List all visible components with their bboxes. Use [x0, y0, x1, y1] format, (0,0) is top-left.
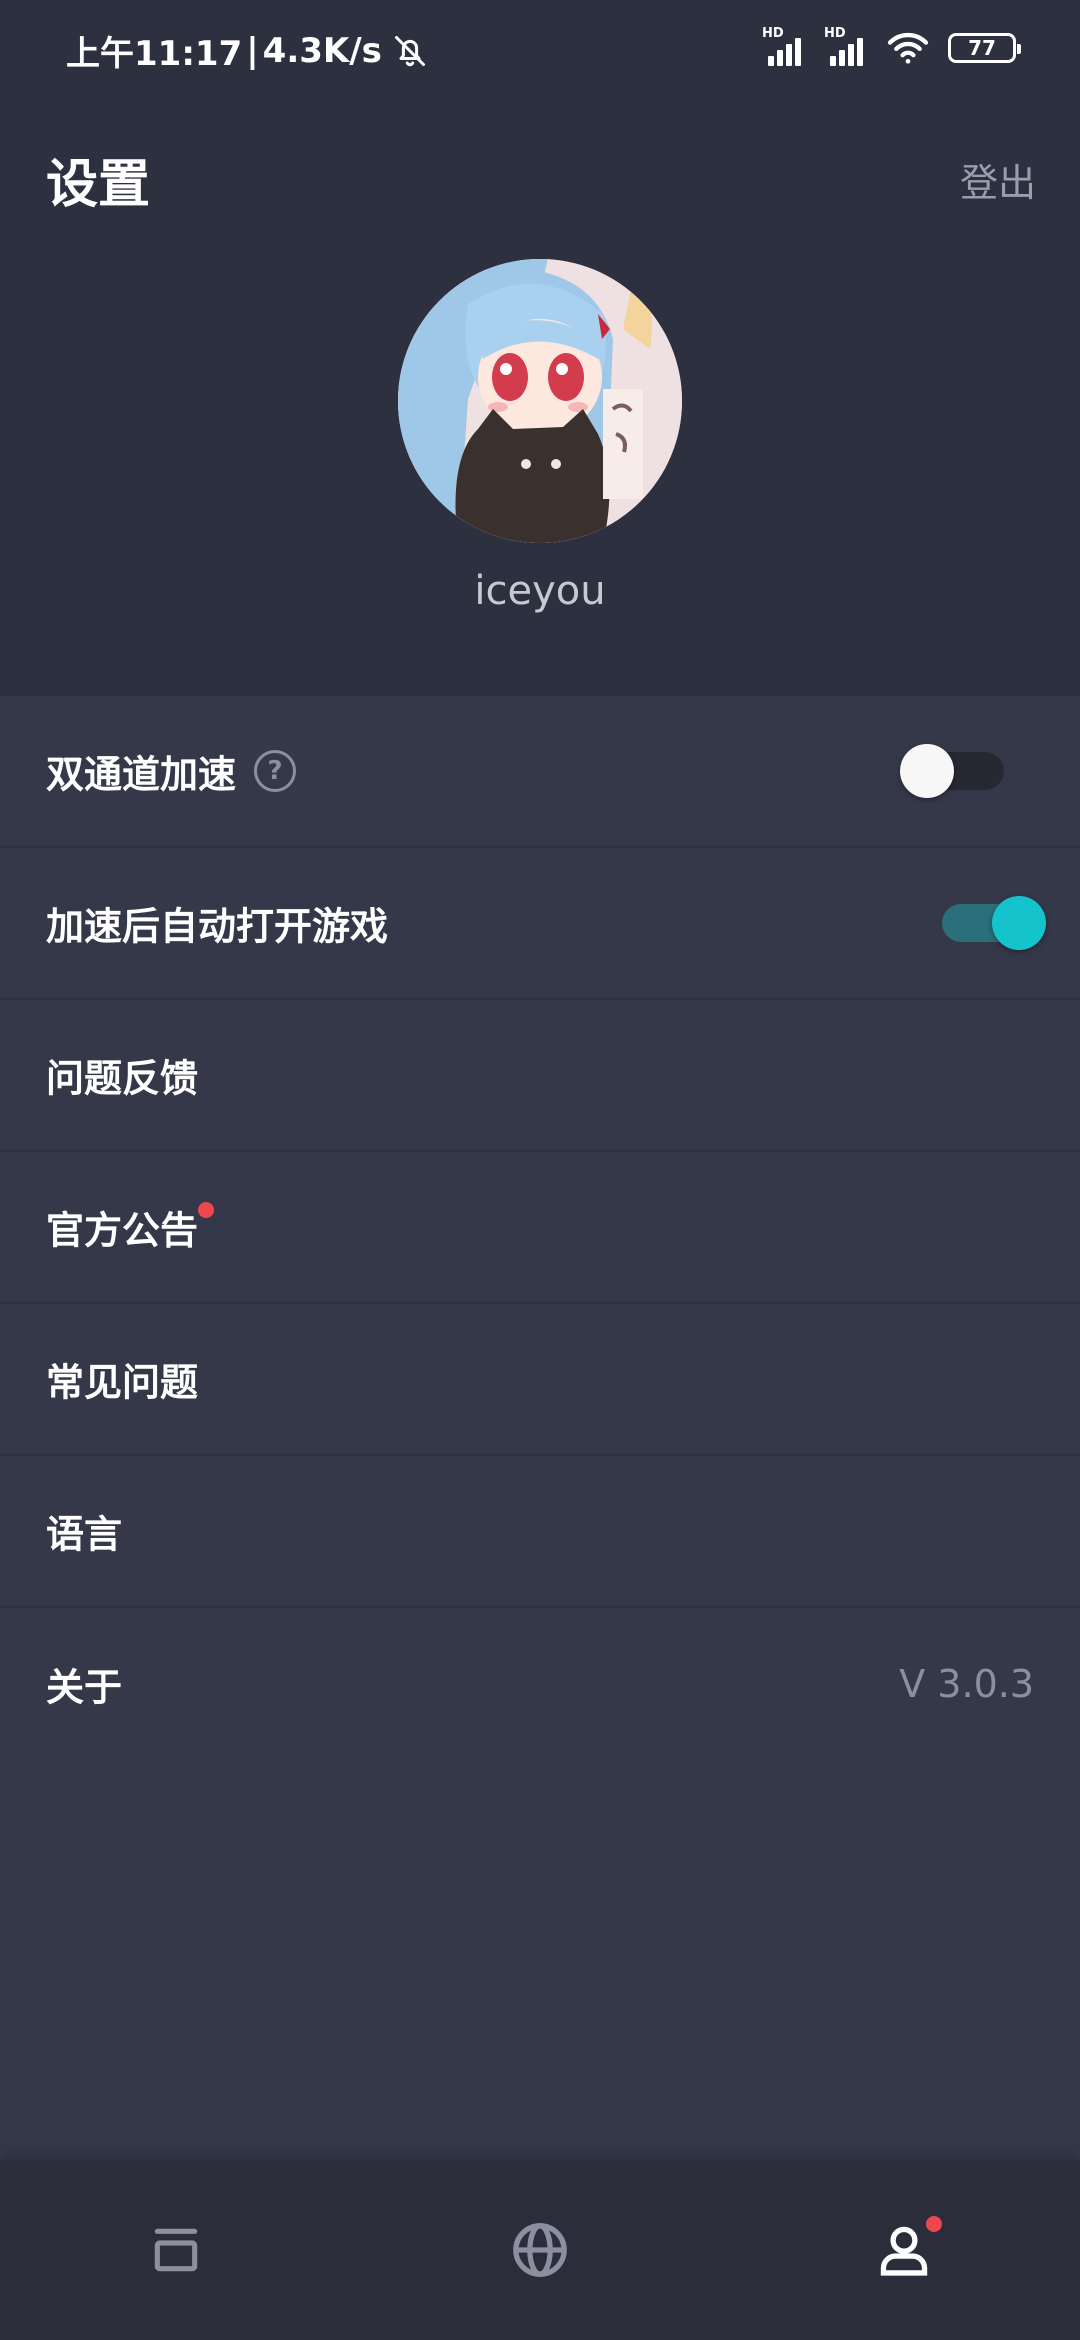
status-bar-right: HD HD 77	[762, 26, 1021, 66]
setting-label: 常见问题	[46, 1360, 199, 1405]
app-version: V 3.0.3	[899, 1662, 1034, 1706]
setting-row-about[interactable]: 关于 V 3.0.3	[0, 1608, 1080, 1760]
toggle-knob	[900, 744, 954, 798]
profile-header: 上午11:17 | 4.3K/s HD HD 77 设置 登出 iceyou	[0, 0, 1080, 696]
status-bar: 上午11:17 | 4.3K/s HD HD 77	[0, 0, 1080, 100]
notification-dot	[926, 2216, 942, 2232]
network-speed: 4.3K/s	[262, 30, 382, 71]
auto-open-game-toggle[interactable]	[942, 896, 1046, 950]
battery-icon: 77	[948, 33, 1021, 63]
library-icon	[154, 2228, 198, 2272]
user-icon	[880, 2226, 928, 2276]
dual-channel-toggle[interactable]	[900, 744, 1004, 798]
page-title: 设置	[46, 155, 151, 215]
settings-list: 双通道加速 ? 加速后自动打开游戏 问题反馈 官方公告 常见问题 语言 关于 V…	[0, 696, 1080, 1760]
setting-row-feedback[interactable]: 问题反馈	[0, 1000, 1080, 1152]
status-separator: |	[246, 30, 259, 71]
setting-label: 语言	[46, 1512, 123, 1557]
setting-row-language[interactable]: 语言	[0, 1456, 1080, 1608]
toggle-knob	[992, 896, 1046, 950]
help-glyph: ?	[267, 756, 283, 786]
status-time: 上午11:17	[66, 34, 243, 74]
battery-level: 77	[968, 36, 996, 60]
setting-label: 官方公告	[46, 1208, 199, 1253]
setting-row-faq[interactable]: 常见问题	[0, 1304, 1080, 1456]
anime-avatar-image	[398, 259, 682, 543]
setting-label: 关于	[46, 1665, 123, 1710]
nav-profile[interactable]	[854, 2200, 954, 2300]
wifi-icon	[886, 30, 930, 66]
setting-label: 问题反馈	[46, 1056, 199, 1101]
username: iceyou	[474, 568, 606, 614]
nav-library[interactable]	[126, 2200, 226, 2300]
setting-row-dual-channel: 双通道加速 ?	[0, 696, 1080, 848]
bell-off-icon	[392, 33, 428, 69]
cellular-signal-icon: HD	[762, 26, 806, 66]
nav-globe[interactable]	[490, 2200, 590, 2300]
question-circle-icon[interactable]: ?	[254, 750, 296, 792]
avatar[interactable]	[398, 259, 682, 543]
globe-icon	[513, 2223, 567, 2277]
logout-button[interactable]: 登出	[960, 152, 1036, 207]
notification-dot	[198, 1202, 214, 1218]
setting-row-auto-open-game: 加速后自动打开游戏	[0, 848, 1080, 1000]
settings-screen: 上午11:17 | 4.3K/s HD HD 77 设置 登出 iceyou 双…	[0, 0, 1080, 2340]
status-bar-left: 上午11:17 | 4.3K/s	[66, 26, 428, 75]
setting-label: 双通道加速	[46, 752, 237, 797]
cellular-signal-icon: HD	[824, 26, 868, 66]
bottom-navigation	[0, 2160, 1080, 2340]
setting-label: 加速后自动打开游戏	[46, 904, 389, 949]
setting-row-announcements[interactable]: 官方公告	[0, 1152, 1080, 1304]
